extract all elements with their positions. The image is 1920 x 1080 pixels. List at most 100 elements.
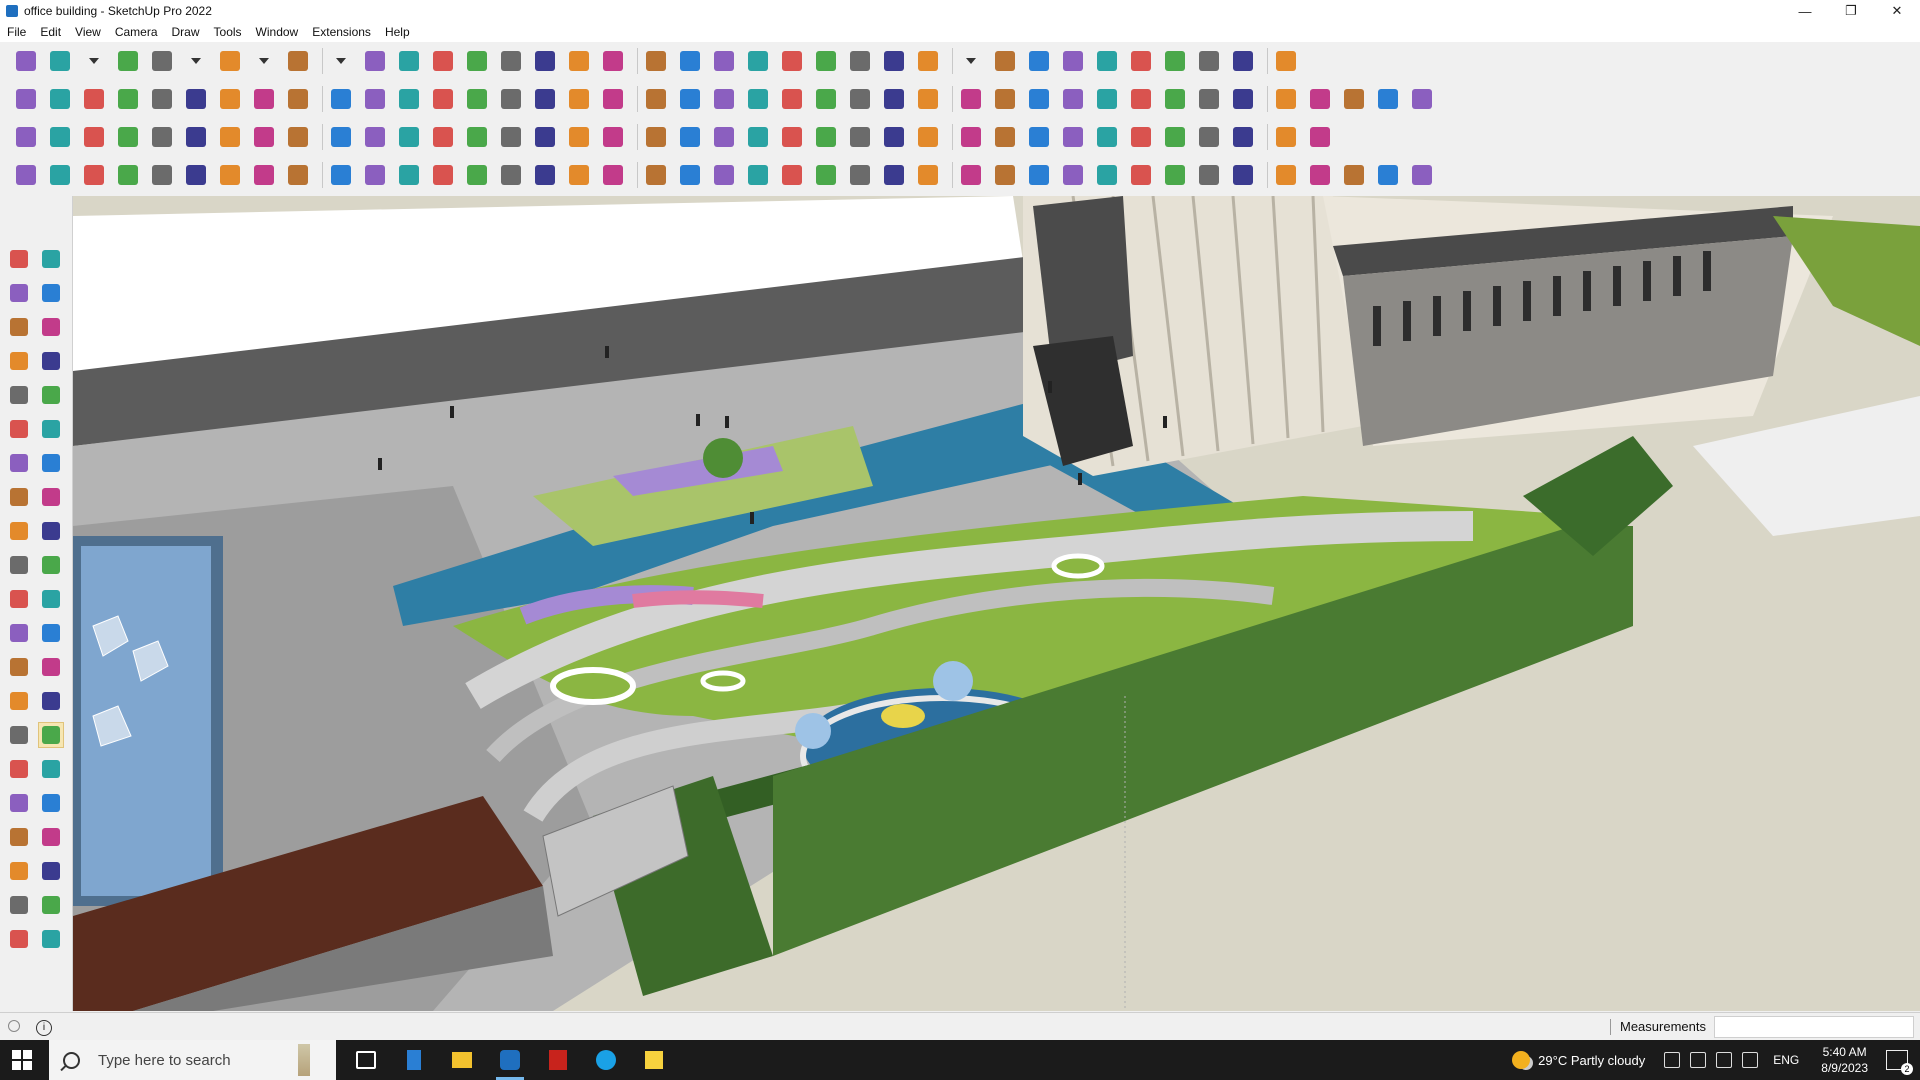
component-icon[interactable] — [1025, 47, 1053, 75]
chain-icon[interactable] — [778, 123, 806, 151]
spline-icon[interactable] — [1059, 85, 1087, 113]
sphere-icon[interactable] — [284, 161, 312, 189]
scale-icon[interactable] — [6, 586, 32, 612]
chevron-up-icon[interactable] — [1664, 1052, 1681, 1068]
intersect-icon[interactable] — [38, 892, 64, 918]
brick-icon[interactable] — [1229, 85, 1257, 113]
box-icon[interactable] — [12, 85, 40, 113]
house-icon[interactable] — [531, 85, 559, 113]
sticky-notes-icon[interactable] — [630, 1040, 678, 1080]
loft-icon[interactable] — [182, 161, 210, 189]
orbit-icon[interactable] — [38, 246, 64, 272]
axes-icon[interactable] — [6, 688, 32, 714]
tape-icon[interactable] — [38, 314, 64, 340]
plane-white-icon[interactable] — [182, 123, 210, 151]
select-icon[interactable] — [6, 246, 32, 272]
wave-icon[interactable] — [1229, 161, 1257, 189]
rotate-icon[interactable] — [6, 552, 32, 578]
text-icon[interactable] — [38, 654, 64, 680]
menu-extensions[interactable]: Extensions — [305, 25, 378, 39]
grid-icon[interactable] — [284, 123, 312, 151]
sketchup-taskbar-icon[interactable] — [486, 1040, 534, 1080]
vent-icon[interactable] — [1025, 161, 1053, 189]
curve-edit-icon[interactable] — [12, 161, 40, 189]
menu-file[interactable]: File — [0, 25, 33, 39]
geo-location-icon[interactable] — [8, 1020, 20, 1032]
mesh-icon[interactable] — [1127, 161, 1155, 189]
rail-2-icon[interactable] — [880, 161, 908, 189]
freehand-icon[interactable] — [38, 348, 64, 374]
bend-icon[interactable] — [429, 123, 457, 151]
shear-icon[interactable] — [744, 161, 772, 189]
warehouse-dropdown-icon[interactable] — [957, 47, 985, 75]
gable-icon[interactable] — [599, 85, 627, 113]
window-icon[interactable] — [463, 85, 491, 113]
push-pull-icon[interactable] — [38, 518, 64, 544]
outer-shell-icon[interactable] — [778, 47, 806, 75]
fx-icon[interactable] — [676, 85, 704, 113]
zoom-window-icon[interactable] — [38, 756, 64, 782]
push-icon[interactable] — [114, 85, 142, 113]
clock[interactable]: 5:40 AM 8/9/2023 — [1821, 1044, 1868, 1076]
glass-icon[interactable] — [429, 85, 457, 113]
windows-start-icon[interactable] — [12, 1050, 32, 1070]
fillet-icon[interactable] — [497, 161, 525, 189]
dome-icon[interactable] — [1374, 161, 1402, 189]
spring-2-icon[interactable] — [1340, 161, 1368, 189]
arrow-green-icon[interactable] — [250, 85, 278, 113]
flip-icon[interactable] — [1127, 47, 1155, 75]
edge-browser-icon[interactable] — [582, 1040, 630, 1080]
orbit-icon[interactable] — [642, 47, 670, 75]
plane-blue-icon[interactable] — [12, 123, 40, 151]
circle-icon[interactable] — [6, 416, 32, 442]
rail-3-icon[interactable] — [914, 161, 942, 189]
dimension-icon[interactable] — [38, 620, 64, 646]
undo-icon[interactable] — [1195, 47, 1223, 75]
orbit-2-icon[interactable] — [6, 722, 32, 748]
plane-cyan-icon[interactable] — [46, 123, 74, 151]
polygon-icon[interactable] — [38, 416, 64, 442]
previous-view-icon[interactable] — [38, 790, 64, 816]
face-icon[interactable] — [148, 85, 176, 113]
model-viewport[interactable] — [73, 196, 1920, 1011]
3d-text-icon[interactable] — [38, 688, 64, 714]
measurements-input[interactable] — [1714, 1016, 1914, 1038]
follow-me-icon[interactable] — [38, 552, 64, 578]
paint-bucket-icon[interactable] — [6, 280, 32, 306]
move-icon[interactable] — [429, 47, 457, 75]
extension-icon[interactable] — [991, 47, 1019, 75]
zoom-icon[interactable] — [12, 47, 40, 75]
arrow-pink-icon[interactable] — [361, 85, 389, 113]
plus-green-icon[interactable] — [531, 123, 559, 151]
zoom-extents-icon[interactable] — [744, 47, 772, 75]
warehouse-icon[interactable] — [914, 47, 942, 75]
menu-draw[interactable]: Draw — [165, 25, 207, 39]
magnet-icon[interactable] — [880, 123, 908, 151]
scissors-icon[interactable] — [114, 161, 142, 189]
xray-icon[interactable] — [46, 85, 74, 113]
union-icon[interactable] — [846, 47, 874, 75]
select-dropdown-icon[interactable] — [80, 47, 108, 75]
roofline-icon[interactable] — [1408, 85, 1436, 113]
rectangle-icon[interactable] — [6, 382, 32, 408]
intersect-icon[interactable] — [812, 47, 840, 75]
joint-icon[interactable] — [463, 123, 491, 151]
grid-fill-icon[interactable] — [1161, 161, 1189, 189]
torus-icon[interactable] — [250, 161, 278, 189]
position-camera-icon[interactable] — [38, 858, 64, 884]
outer-shell-icon[interactable] — [6, 892, 32, 918]
subtract-icon[interactable] — [880, 47, 908, 75]
export-icon[interactable] — [1161, 47, 1189, 75]
up-down-icon[interactable] — [1093, 47, 1121, 75]
union-icon[interactable] — [6, 926, 32, 952]
zoom-tool-icon[interactable] — [710, 47, 738, 75]
select-icon[interactable] — [46, 47, 74, 75]
gear-red-icon[interactable] — [957, 123, 985, 151]
component-icon[interactable] — [6, 314, 32, 340]
menu-window[interactable]: Window — [249, 25, 306, 39]
shape-dropdown-icon[interactable] — [327, 47, 355, 75]
arc-dropdown-icon[interactable] — [250, 47, 278, 75]
disk-icon[interactable] — [676, 161, 704, 189]
pan-icon[interactable] — [38, 722, 64, 748]
arrow-blue-icon[interactable] — [284, 85, 312, 113]
